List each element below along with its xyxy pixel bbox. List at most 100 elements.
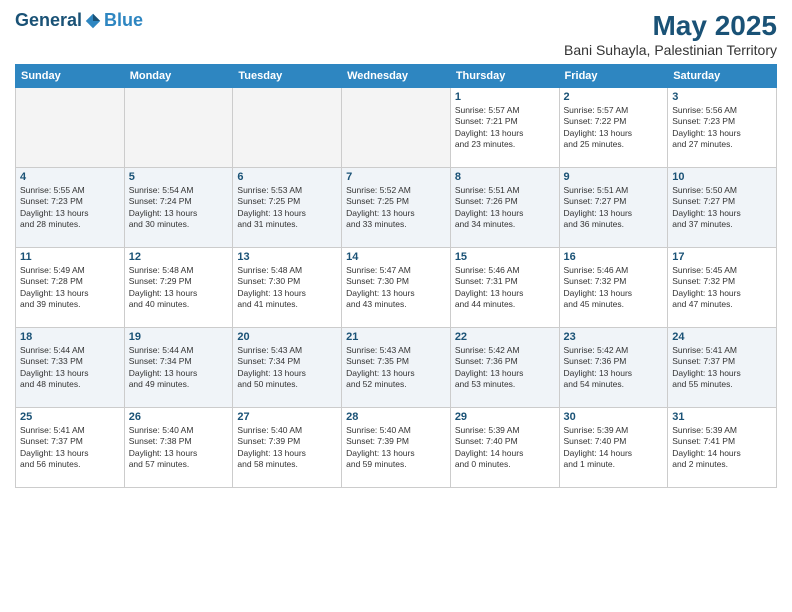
calendar-location: Bani Suhayla, Palestinian Territory	[564, 42, 777, 58]
day-info: Sunrise: 5:43 AMSunset: 7:34 PMDaylight:…	[237, 345, 337, 391]
day-info: Sunrise: 5:40 AMSunset: 7:39 PMDaylight:…	[237, 425, 337, 471]
col-friday: Friday	[559, 65, 668, 88]
day-number: 19	[129, 331, 229, 343]
day-number: 24	[672, 331, 772, 343]
day-number: 22	[455, 331, 555, 343]
calendar-cell: 8 Sunrise: 5:51 AMSunset: 7:26 PMDaylight…	[450, 168, 559, 248]
calendar-cell: 29Sunrise: 5:39 AMSunset: 7:40 PMDayligh…	[450, 408, 559, 488]
day-info: Sunrise: 5:42 AMSunset: 7:36 PMDaylight:…	[564, 345, 664, 391]
day-info: Sunrise: 5:39 AMSunset: 7:41 PMDaylight:…	[672, 425, 772, 471]
calendar-table: Sunday Monday Tuesday Wednesday Thursday…	[15, 64, 777, 488]
col-saturday: Saturday	[668, 65, 777, 88]
day-number: 8	[455, 171, 555, 183]
calendar-cell	[233, 88, 342, 168]
col-wednesday: Wednesday	[342, 65, 451, 88]
day-number: 4	[20, 171, 120, 183]
day-number: 3	[672, 91, 772, 103]
day-info: Sunrise: 5:46 AMSunset: 7:32 PMDaylight:…	[564, 265, 664, 311]
calendar-cell: 10 Sunrise: 5:50 AMSunset: 7:27 PMDayligh…	[668, 168, 777, 248]
calendar-cell: 26 Sunrise: 5:40 AMSunset: 7:38 PMDayligh…	[124, 408, 233, 488]
day-number: 18	[20, 331, 120, 343]
calendar-cell: 28Sunrise: 5:40 AMSunset: 7:39 PMDayligh…	[342, 408, 451, 488]
day-info: Sunrise: 5:51 AMSunset: 7:26 PMDaylight:…	[455, 185, 555, 231]
day-info: Sunrise: 5:52 AMSunset: 7:25 PMDaylight:…	[346, 185, 446, 231]
day-info: Sunrise: 5:44 AMSunset: 7:34 PMDaylight:…	[129, 345, 229, 391]
day-info: Sunrise: 5:42 AMSunset: 7:36 PMDaylight:…	[455, 345, 555, 391]
day-info: Sunrise: 5:53 AMSunset: 7:25 PMDaylight:…	[237, 185, 337, 231]
day-number: 14	[346, 251, 446, 263]
col-sunday: Sunday	[16, 65, 125, 88]
calendar-cell: 19 Sunrise: 5:44 AMSunset: 7:34 PMDayligh…	[124, 328, 233, 408]
calendar-cell: 21Sunrise: 5:43 AMSunset: 7:35 PMDayligh…	[342, 328, 451, 408]
day-number: 28	[346, 411, 446, 423]
day-number: 5	[129, 171, 229, 183]
day-info: Sunrise: 5:55 AMSunset: 7:23 PMDaylight:…	[20, 185, 120, 231]
day-info: Sunrise: 5:57 AMSunset: 7:22 PMDaylight:…	[564, 105, 664, 151]
logo-text: General Blue	[15, 10, 143, 31]
day-info: Sunrise: 5:49 AMSunset: 7:28 PMDaylight:…	[20, 265, 120, 311]
day-number: 1	[455, 91, 555, 103]
logo-general: General	[15, 10, 82, 31]
calendar-cell: 18Sunrise: 5:44 AMSunset: 7:33 PMDayligh…	[16, 328, 125, 408]
day-info: Sunrise: 5:50 AMSunset: 7:27 PMDaylight:…	[672, 185, 772, 231]
day-info: Sunrise: 5:48 AMSunset: 7:30 PMDaylight:…	[237, 265, 337, 311]
calendar-cell: 23Sunrise: 5:42 AMSunset: 7:36 PMDayligh…	[559, 328, 668, 408]
col-thursday: Thursday	[450, 65, 559, 88]
calendar-cell: 5Sunrise: 5:54 AMSunset: 7:24 PMDaylight…	[124, 168, 233, 248]
day-number: 17	[672, 251, 772, 263]
logo-blue: Blue	[104, 10, 143, 31]
calendar-cell: 31Sunrise: 5:39 AMSunset: 7:41 PMDayligh…	[668, 408, 777, 488]
calendar-title: May 2025	[564, 10, 777, 42]
calendar-cell	[342, 88, 451, 168]
logo: General Blue	[15, 10, 143, 31]
day-info: Sunrise: 5:46 AMSunset: 7:31 PMDaylight:…	[455, 265, 555, 311]
calendar-cell: 22 Sunrise: 5:42 AMSunset: 7:36 PMDayligh…	[450, 328, 559, 408]
day-number: 13	[237, 251, 337, 263]
day-info: Sunrise: 5:45 AMSunset: 7:32 PMDaylight:…	[672, 265, 772, 311]
day-number: 7	[346, 171, 446, 183]
day-number: 10	[672, 171, 772, 183]
day-number: 26	[129, 411, 229, 423]
col-monday: Monday	[124, 65, 233, 88]
day-number: 27	[237, 411, 337, 423]
day-number: 30	[564, 411, 664, 423]
calendar-week-2: 4 Sunrise: 5:55 AMSunset: 7:23 PMDaylight…	[16, 168, 777, 248]
page: General Blue May 2025 Bani Suhayla, Pale…	[0, 0, 792, 612]
calendar-cell: 20Sunrise: 5:43 AMSunset: 7:34 PMDayligh…	[233, 328, 342, 408]
day-info: Sunrise: 5:39 AMSunset: 7:40 PMDaylight:…	[564, 425, 664, 471]
calendar-body: 1 Sunrise: 5:57 AMSunset: 7:21 PMDaylight…	[16, 88, 777, 488]
day-number: 11	[20, 251, 120, 263]
day-info: Sunrise: 5:56 AMSunset: 7:23 PMDaylight:…	[672, 105, 772, 151]
calendar-cell: 17 Sunrise: 5:45 AMSunset: 7:32 PMDayligh…	[668, 248, 777, 328]
day-number: 29	[455, 411, 555, 423]
calendar-cell	[16, 88, 125, 168]
day-info: Sunrise: 5:41 AMSunset: 7:37 PMDaylight:…	[672, 345, 772, 391]
calendar-cell: 14 Sunrise: 5:47 AMSunset: 7:30 PMDayligh…	[342, 248, 451, 328]
header: General Blue May 2025 Bani Suhayla, Pale…	[15, 10, 777, 58]
calendar-cell: 7 Sunrise: 5:52 AMSunset: 7:25 PMDaylight…	[342, 168, 451, 248]
calendar-cell: 1 Sunrise: 5:57 AMSunset: 7:21 PMDaylight…	[450, 88, 559, 168]
day-number: 16	[564, 251, 664, 263]
logo-icon	[84, 12, 102, 30]
day-number: 21	[346, 331, 446, 343]
day-number: 12	[129, 251, 229, 263]
calendar-cell: 27 Sunrise: 5:40 AMSunset: 7:39 PMDayligh…	[233, 408, 342, 488]
calendar-week-1: 1 Sunrise: 5:57 AMSunset: 7:21 PMDaylight…	[16, 88, 777, 168]
day-info: Sunrise: 5:51 AMSunset: 7:27 PMDaylight:…	[564, 185, 664, 231]
day-info: Sunrise: 5:41 AMSunset: 7:37 PMDaylight:…	[20, 425, 120, 471]
day-number: 25	[20, 411, 120, 423]
calendar-cell: 2 Sunrise: 5:57 AMSunset: 7:22 PMDaylight…	[559, 88, 668, 168]
col-tuesday: Tuesday	[233, 65, 342, 88]
calendar-header: Sunday Monday Tuesday Wednesday Thursday…	[16, 65, 777, 88]
day-info: Sunrise: 5:57 AMSunset: 7:21 PMDaylight:…	[455, 105, 555, 151]
calendar-week-3: 11 Sunrise: 5:49 AMSunset: 7:28 PMDayligh…	[16, 248, 777, 328]
calendar-cell: 6Sunrise: 5:53 AMSunset: 7:25 PMDaylight…	[233, 168, 342, 248]
day-info: Sunrise: 5:40 AMSunset: 7:38 PMDaylight:…	[129, 425, 229, 471]
calendar-cell: 4 Sunrise: 5:55 AMSunset: 7:23 PMDaylight…	[16, 168, 125, 248]
title-block: May 2025 Bani Suhayla, Palestinian Terri…	[564, 10, 777, 58]
header-row: Sunday Monday Tuesday Wednesday Thursday…	[16, 65, 777, 88]
calendar-cell: 30 Sunrise: 5:39 AMSunset: 7:40 PMDayligh…	[559, 408, 668, 488]
calendar-cell: 9Sunrise: 5:51 AMSunset: 7:27 PMDaylight…	[559, 168, 668, 248]
day-number: 2	[564, 91, 664, 103]
day-info: Sunrise: 5:47 AMSunset: 7:30 PMDaylight:…	[346, 265, 446, 311]
